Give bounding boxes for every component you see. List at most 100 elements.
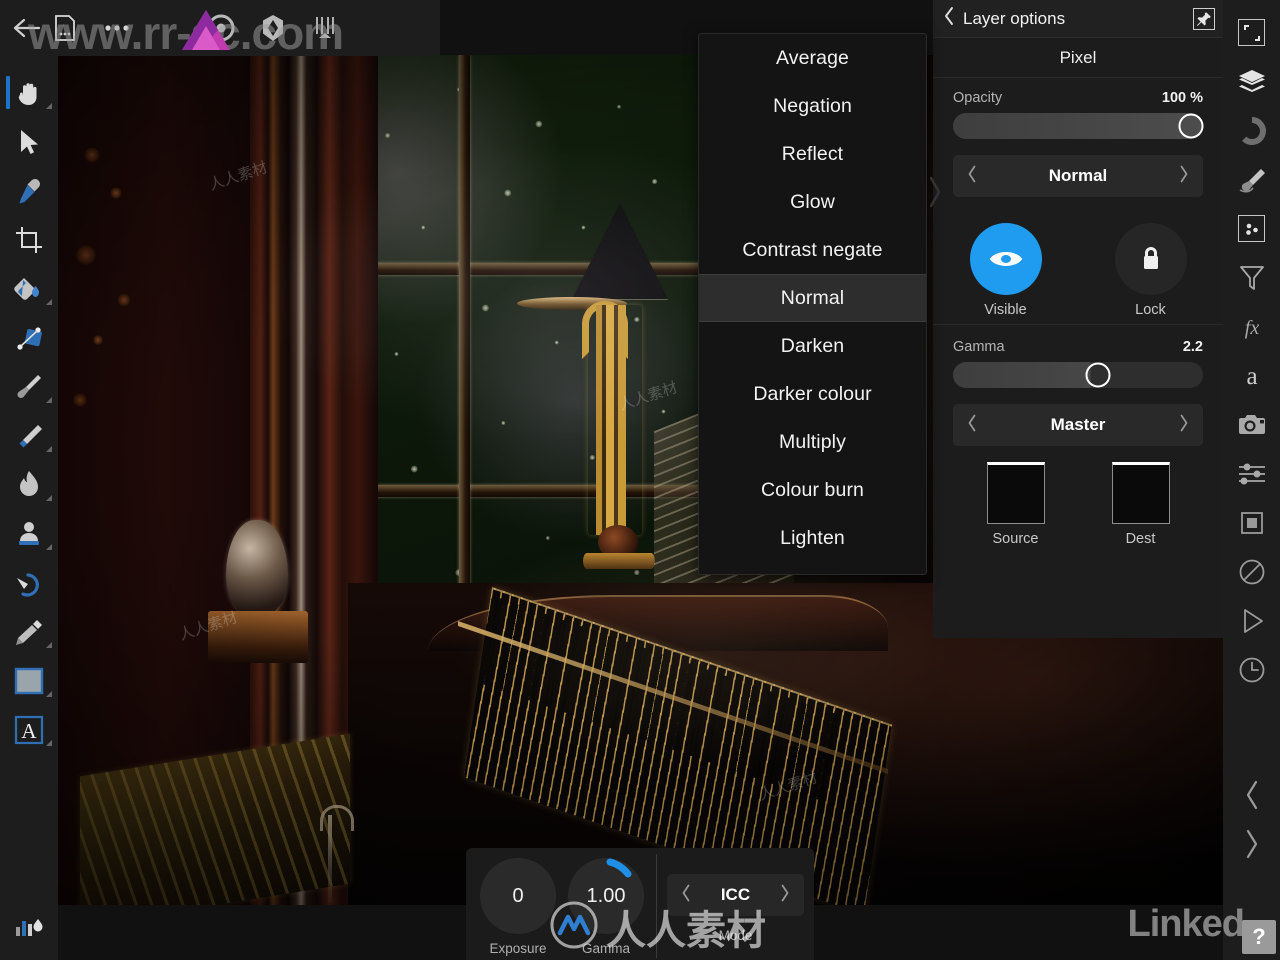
mode-label: Mode (718, 928, 753, 943)
blend-mode-item-lighten[interactable]: Lighten (699, 514, 926, 562)
more-options-icon[interactable] (102, 13, 132, 43)
photo-lamp-shade (572, 203, 668, 299)
flood-fill-tool[interactable] (0, 264, 58, 313)
dodge-burn-tool[interactable] (0, 460, 58, 509)
tool-flyout-indicator (46, 299, 52, 305)
history-clock-icon[interactable] (1223, 645, 1280, 694)
clone-brush-tool[interactable] (0, 509, 58, 558)
channel-stepper[interactable]: Master (953, 404, 1203, 446)
blend-mode-stepper[interactable]: Normal (953, 155, 1203, 197)
visible-label: Visible (984, 302, 1027, 318)
nav-next-icon[interactable] (1223, 819, 1280, 868)
stock-camera-icon[interactable] (1223, 400, 1280, 449)
channel-prev-icon[interactable] (967, 414, 977, 437)
tool-flyout-indicator (46, 691, 52, 697)
channel-next-icon[interactable] (1179, 414, 1189, 437)
rectangle-shape-tool[interactable] (0, 656, 58, 705)
artistic-text-tool[interactable]: A (0, 705, 58, 754)
blend-mode-prev-icon[interactable] (967, 165, 977, 188)
lock-icon[interactable] (1114, 223, 1187, 295)
effects-fx-icon[interactable]: fx (1223, 302, 1280, 351)
mode-stepper[interactable]: ICC (666, 874, 804, 916)
swatches-studio-icon[interactable] (1223, 204, 1280, 253)
character-studio-icon[interactable]: a (1223, 351, 1280, 400)
curve-swatches: Source Dest (953, 462, 1203, 547)
blend-mode-item-colour-burn[interactable]: Colour burn (699, 466, 926, 514)
macro-play-icon[interactable] (1223, 596, 1280, 645)
channels-icon[interactable] (1223, 498, 1280, 547)
photo-mullion-v1 (459, 55, 470, 630)
smudge-tool[interactable] (0, 558, 58, 607)
chevron-left-icon[interactable] (943, 6, 955, 31)
panel-collapse-handle[interactable] (925, 170, 945, 214)
colour-picker-tool[interactable] (0, 166, 58, 215)
lock-toggle[interactable]: Lock (1096, 223, 1206, 318)
blend-mode-next-icon[interactable] (1179, 165, 1189, 188)
gradient-tool[interactable] (0, 313, 58, 362)
liquify-persona-icon[interactable] (310, 13, 340, 43)
blend-mode-item-multiply[interactable]: Multiply (699, 418, 926, 466)
back-button[interactable] (10, 12, 44, 44)
source-swatch[interactable]: Source (986, 462, 1045, 547)
tool-flyout-indicator (46, 740, 52, 746)
blend-mode-menu[interactable]: Average Negation Reflect Glow Contrast n… (698, 33, 927, 575)
blend-mode-item-normal[interactable]: Normal (699, 274, 926, 322)
move-tool[interactable] (0, 117, 58, 166)
dest-swatch[interactable]: Dest (1111, 462, 1170, 547)
pen-tool[interactable] (0, 607, 58, 656)
gamma-dial[interactable]: 1.00 Gamma (562, 858, 650, 956)
panel-title: Layer options (963, 8, 1066, 28)
mode-group: ICC Mode (663, 848, 814, 943)
hand-tool[interactable] (0, 68, 58, 117)
colour-wheel-studio-icon[interactable] (1223, 106, 1280, 155)
transform-studio-icon[interactable] (1223, 8, 1280, 57)
tool-flyout-indicator (46, 495, 52, 501)
layers-studio-icon[interactable] (1223, 57, 1280, 106)
blend-mode-item-glow[interactable]: Glow (699, 178, 926, 226)
layer-options-panel: Layer options Pixel Opacity 100 % Normal (933, 0, 1223, 638)
panel-body: Opacity 100 % Normal Visible Lock Gamma … (933, 78, 1223, 547)
crop-tool[interactable] (0, 215, 58, 264)
svg-text:A: A (21, 719, 37, 743)
no-selection-icon[interactable] (1223, 547, 1280, 596)
help-button[interactable]: ? (1242, 920, 1276, 954)
erase-brush-tool[interactable] (0, 411, 58, 460)
svg-text:fx: fx (1244, 317, 1259, 339)
gamma-slider-knob[interactable] (1085, 362, 1111, 388)
blend-mode-item-average[interactable]: Average (699, 34, 926, 82)
photo-trumpet (588, 305, 642, 535)
blend-mode-item-negation[interactable]: Negation (699, 82, 926, 130)
eye-icon[interactable] (969, 223, 1042, 295)
nav-prev-icon[interactable] (1223, 770, 1280, 819)
opacity-slider[interactable] (953, 113, 1203, 139)
adjustments-sliders-icon[interactable] (1223, 449, 1280, 498)
affinity-photo-app: 人人素材 人人素材 人人素材 人人素材 A Average Negation R… (0, 0, 1280, 960)
gamma-slider[interactable] (953, 362, 1203, 388)
levels-icon[interactable] (0, 902, 58, 950)
opacity-slider-knob[interactable] (1178, 113, 1203, 139)
gamma-label: Gamma (953, 339, 1005, 355)
document-icon[interactable] (50, 13, 80, 43)
mode-next-icon[interactable] (780, 884, 790, 907)
photo-persona-icon[interactable] (258, 13, 288, 43)
photo-stand-hook (320, 805, 354, 831)
lock-label: Lock (1135, 302, 1166, 318)
source-swatch-box[interactable] (986, 462, 1045, 524)
exposure-dial-value[interactable]: 0 (480, 858, 556, 934)
blend-mode-item-darker-colour[interactable]: Darker colour (699, 370, 926, 418)
blend-mode-item-darken[interactable]: Darken (699, 322, 926, 370)
visible-toggle[interactable]: Visible (951, 223, 1061, 318)
brushes-studio-icon[interactable] (1223, 155, 1280, 204)
adjustment-filter-icon[interactable] (1223, 253, 1280, 302)
mode-prev-icon[interactable] (681, 884, 691, 907)
blend-mode-item-reflect[interactable]: Reflect (699, 130, 926, 178)
develop-persona-icon[interactable] (206, 13, 236, 43)
blend-mode-item-contrast-negate[interactable]: Contrast negate (699, 226, 926, 274)
exposure-dial[interactable]: 0 Exposure (474, 858, 562, 956)
pin-icon[interactable] (1193, 7, 1215, 30)
transform-frame (1238, 19, 1265, 46)
opacity-label: Opacity (953, 90, 1003, 106)
dest-swatch-box[interactable] (1111, 462, 1170, 524)
paint-brush-tool[interactable] (0, 362, 58, 411)
opacity-row: Opacity 100 % (953, 90, 1203, 106)
